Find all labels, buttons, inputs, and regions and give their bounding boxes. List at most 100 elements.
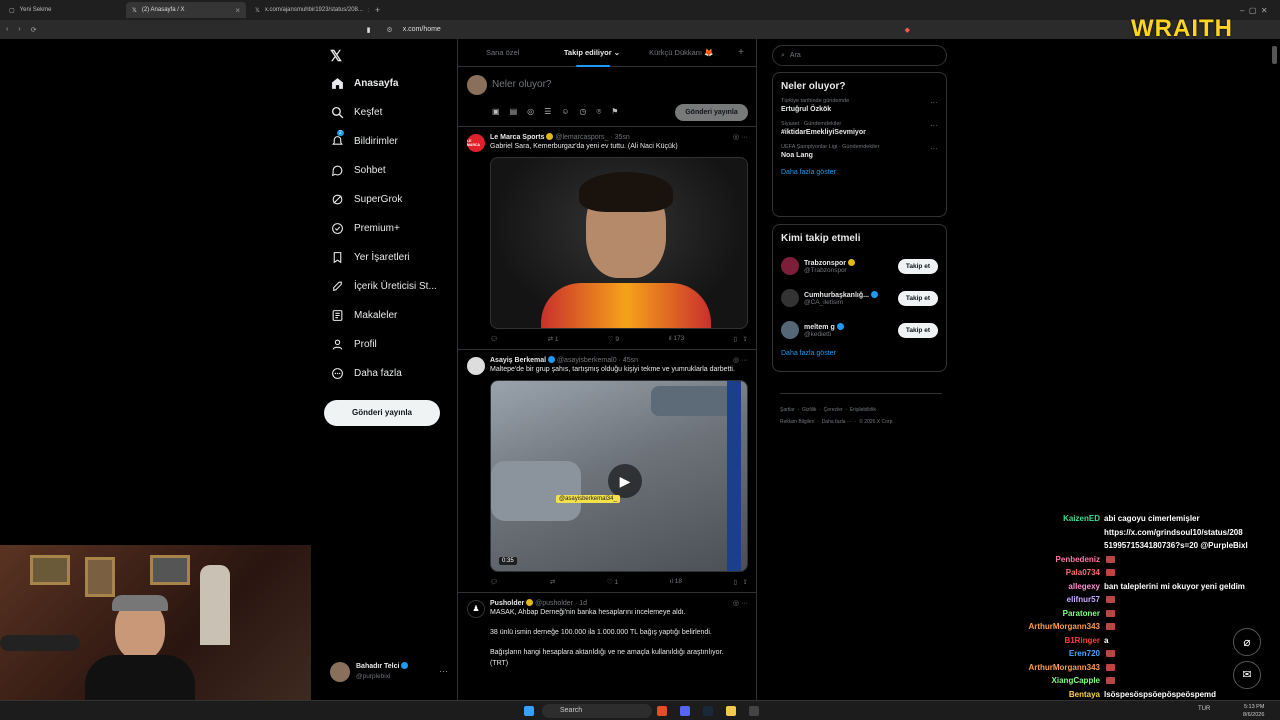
location-icon[interactable]: ⌾: [596, 107, 601, 117]
like-icon[interactable]: ♡ 1: [607, 578, 618, 586]
reload-icon[interactable]: ⟳: [31, 26, 37, 34]
windows-start-icon[interactable]: [524, 706, 534, 716]
follow-button[interactable]: Takip et: [897, 258, 938, 274]
x-logo-icon[interactable]: 𝕏: [330, 47, 342, 65]
avatar[interactable]: [467, 357, 485, 375]
sidebar-item-more[interactable]: Daha fazla: [330, 359, 460, 388]
chat-username[interactable]: Bentaya: [1020, 690, 1104, 699]
footer-link[interactable]: Şartlar: [780, 407, 795, 413]
emoji-icon[interactable]: ☺: [561, 107, 569, 117]
language-indicator[interactable]: TUR: [1198, 706, 1210, 712]
tweet-image[interactable]: [490, 157, 748, 329]
search-input[interactable]: ⌕ Ara: [772, 45, 947, 66]
tweet-menu[interactable]: ◎ ···: [733, 599, 748, 607]
footer-link[interactable]: Gizlilik: [802, 407, 816, 413]
discord-icon[interactable]: [680, 706, 690, 716]
image-icon[interactable]: ▣: [492, 107, 500, 117]
bookmark-icon[interactable]: ▯: [734, 579, 738, 586]
brave-icon[interactable]: [657, 706, 667, 716]
compose-input[interactable]: Neler oluyor?: [492, 79, 551, 90]
chat-username[interactable]: Penbedeniz: [1020, 555, 1104, 564]
sidebar-item-premium[interactable]: Premium+: [330, 214, 460, 243]
follow-suggestion[interactable]: Trabzonspor @Trabzonspor Takip et: [781, 250, 938, 282]
messages-icon[interactable]: ✉: [1233, 661, 1261, 689]
share-icon[interactable]: ⇪: [743, 579, 748, 586]
close-window-icon[interactable]: ✕: [1261, 6, 1268, 15]
avatar[interactable]: ♟: [467, 600, 485, 618]
bookmark-page-icon[interactable]: ▮: [367, 26, 371, 34]
trend-item[interactable]: UEFA Şampiyonlar Ligi · Gündemdekiler Noa…: [781, 144, 938, 159]
new-tab-button[interactable]: +: [375, 5, 380, 15]
add-tab-icon[interactable]: +: [726, 47, 756, 58]
views-icon[interactable]: ıl 18: [670, 578, 682, 586]
steam-icon[interactable]: [703, 706, 713, 716]
sidebar-item-profile[interactable]: Profil: [330, 330, 460, 359]
sidebar-item-supergrok[interactable]: SuperGrok: [330, 185, 460, 214]
tab-kurkcu-dukkani[interactable]: Kürkçü Dükkanı 🦊: [637, 48, 726, 57]
minimize-icon[interactable]: –: [1240, 6, 1244, 15]
scrollbar[interactable]: [1272, 46, 1277, 64]
chat-username[interactable]: Eren720: [1020, 649, 1104, 658]
views-icon[interactable]: ıl 173: [668, 335, 684, 343]
browser-tab-new[interactable]: ▢ Yeni Sekme: [3, 2, 123, 18]
browser-tab-status[interactable]: 𝕏x.com/ajansmuhbir1923/status/208...×: [249, 2, 369, 18]
clock[interactable]: 5:13 PM 8/6/2026: [1243, 703, 1264, 719]
obs-icon[interactable]: [749, 706, 759, 716]
tweet-video[interactable]: ▶ @asayisberkemal34_ 0:35: [490, 380, 748, 572]
tweet-time[interactable]: 35sn: [615, 134, 630, 141]
tweet-menu[interactable]: ◎ ···: [733, 356, 748, 364]
author-name[interactable]: Le Marca Sports: [490, 134, 544, 141]
tweet[interactable]: ♟ Pusholder @pusholder · 1d ◎ ··· MASAK,…: [458, 593, 756, 675]
tweet[interactable]: Asayiş Berkemal @asayisberkemal0 · 45sn …: [458, 350, 756, 593]
address-field[interactable]: x.com/home: [403, 26, 441, 33]
tab-following[interactable]: Takip ediliyor ⌄: [547, 48, 636, 67]
chat-username[interactable]: KaizenED: [1020, 514, 1104, 523]
tweet-time[interactable]: 45sn: [623, 357, 638, 364]
grok-icon[interactable]: ⌀: [1233, 628, 1261, 656]
sidebar-item-creator-studio[interactable]: İçerik Üreticisi St...: [330, 272, 460, 301]
chat-username[interactable]: elifnur57: [1020, 595, 1104, 604]
grok-icon[interactable]: ◎: [733, 134, 739, 141]
sidebar-item-notifications[interactable]: 2 Bildirimler: [330, 127, 460, 156]
gif-icon[interactable]: ▤: [510, 107, 518, 117]
sidebar-item-bookmarks[interactable]: Yer İşaretleri: [330, 243, 460, 272]
compose-submit-button[interactable]: Gönderi yayınla: [675, 104, 748, 121]
folder-icon[interactable]: [726, 706, 736, 716]
sidebar-item-home[interactable]: Anasayfa: [330, 69, 460, 98]
repost-icon[interactable]: ⇄: [550, 578, 555, 586]
trend-item[interactable]: Türkiye tarihinde gündemde Ertuğrul Özkök…: [781, 98, 938, 113]
tweet[interactable]: LE MARCA Le Marca Sports @lemarcaspors_ …: [458, 127, 756, 350]
author-handle[interactable]: @lemarcaspors_: [555, 134, 608, 141]
chat-username[interactable]: Pala0734: [1020, 568, 1104, 577]
chat-username[interactable]: allegexy: [1020, 582, 1104, 591]
share-icon[interactable]: ⇪: [743, 336, 748, 343]
site-info-icon[interactable]: ⚙: [386, 26, 392, 34]
follow-suggestion[interactable]: Cumhurbaşkanlığ... @CA_iletisim Takip et: [781, 282, 938, 314]
footer-link[interactable]: Çerezler: [824, 407, 843, 413]
follow-suggestion[interactable]: meltem g @kedietti Takip et: [781, 314, 938, 346]
back-icon[interactable]: ‹: [6, 26, 8, 33]
more-dots-icon[interactable]: ···: [930, 121, 938, 130]
close-tab-icon[interactable]: ×: [368, 6, 369, 15]
maximize-icon[interactable]: ▢: [1249, 6, 1257, 15]
footer-link[interactable]: Erişilebilirlik: [850, 407, 876, 413]
close-tab-icon[interactable]: ×: [235, 6, 240, 15]
chat-username[interactable]: Paratoner: [1020, 609, 1104, 618]
account-switcher[interactable]: Bahadır Telci @purplebixl ···: [330, 660, 448, 684]
author-name[interactable]: Asayiş Berkemal: [490, 357, 546, 364]
author-handle[interactable]: @pusholder: [535, 600, 573, 607]
chat-username[interactable]: B1Ringer: [1020, 636, 1104, 645]
bookmark-icon[interactable]: ▯: [734, 336, 738, 343]
flag-icon[interactable]: ⚑: [611, 107, 618, 117]
poll-icon[interactable]: ☰: [544, 107, 551, 117]
sidebar-item-articles[interactable]: Makaleler: [330, 301, 460, 330]
tab-for-you[interactable]: Sana özel: [458, 48, 547, 57]
grok-icon[interactable]: ◎: [527, 107, 534, 117]
like-icon[interactable]: ♡ 9: [608, 335, 619, 343]
shield-icon[interactable]: ◆: [905, 26, 910, 34]
repost-icon[interactable]: ⇄ 1: [548, 335, 559, 343]
author-name[interactable]: Pusholder: [490, 600, 524, 607]
play-icon[interactable]: ▶: [608, 464, 642, 498]
grok-icon[interactable]: ◎: [733, 600, 739, 607]
trend-item[interactable]: Siyaset · Gündemdekiler #iktidarEmekliyiS…: [781, 121, 938, 136]
